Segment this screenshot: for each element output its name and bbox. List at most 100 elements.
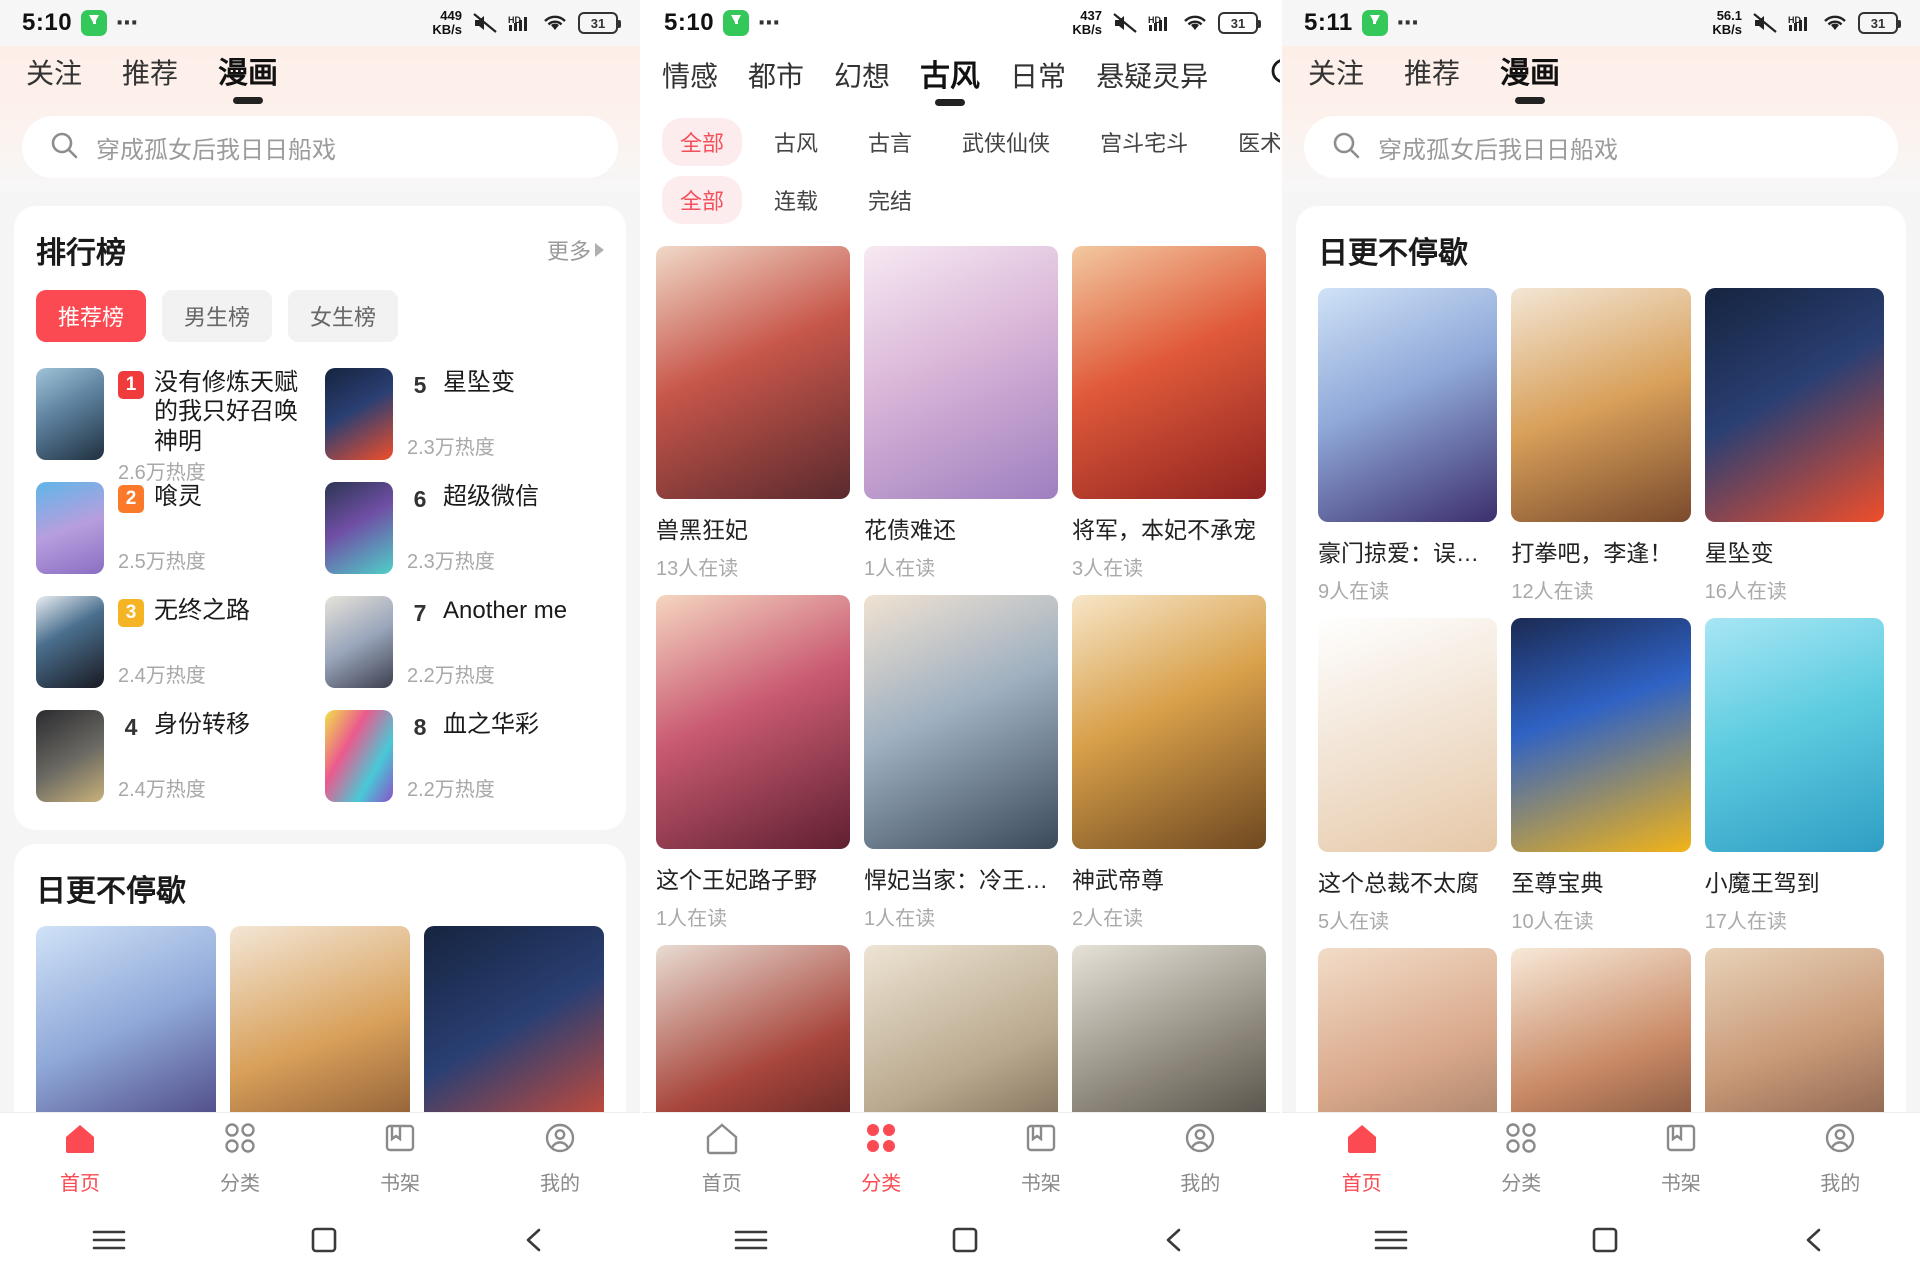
filter-chip-all-genre[interactable]: 全部	[662, 118, 743, 166]
table-row[interactable]: 7 Another me 2.2万热度	[325, 584, 604, 698]
item-title: 星坠变	[1704, 540, 1774, 567]
nav-profile[interactable]: 我的	[480, 1113, 640, 1204]
square-icon[interactable]	[951, 1226, 979, 1259]
category-scroll-body[interactable]: 兽黑狂妃 13人在读 花债难还 1人在读 将军，本妃不承宠 3人在读 这个王妃路…	[642, 232, 1280, 1112]
filter-chip-lianzai[interactable]: 连载	[756, 176, 836, 224]
ranking-more-button[interactable]: 更多	[547, 234, 604, 266]
table-row[interactable]: 8 血之华彩 2.2万热度	[325, 698, 604, 812]
table-row[interactable]: 1 没有修炼天赋的我只好召唤神明 2.6万热度	[36, 356, 315, 484]
filter-chip-gufeng[interactable]: 古风	[756, 118, 836, 166]
item-readers: 3人在读	[1072, 558, 1144, 581]
tab-manhua[interactable]: 漫画	[1500, 48, 1560, 104]
cat-tab-dushi[interactable]: 都市	[748, 55, 804, 108]
search-input[interactable]: 穿成孤女后我日日船戏	[1378, 130, 1618, 165]
list-item[interactable]: 你的世界 7人在读	[1704, 948, 1884, 1112]
menu-icon[interactable]	[733, 1227, 769, 1258]
list-item[interactable]: 祖宗嫁到：病娇魔… 2人在读	[656, 944, 850, 1112]
nav-home[interactable]: 首页	[1282, 1113, 1442, 1204]
filter-chip-all-status[interactable]: 全部	[662, 176, 743, 224]
square-icon[interactable]	[1591, 1226, 1619, 1259]
hd-icon: HD	[508, 13, 532, 33]
list-item[interactable]: 打拳吧，李逢！ 12人在读	[1511, 288, 1691, 604]
list-item[interactable]: 小魔王驾到 17人在读	[1704, 618, 1884, 934]
list-item[interactable]: 摄政王是病娇，得… 5人在读	[1072, 944, 1266, 1112]
tab-guanzhu[interactable]: 关注	[1308, 52, 1364, 104]
list-item[interactable]: 报告摄政王：大佬… 3人在读	[864, 944, 1058, 1112]
menu-icon[interactable]	[91, 1227, 127, 1258]
filter-chip-wuxiaxianxia[interactable]: 武侠仙侠	[944, 118, 1068, 166]
rank-title: 没有修炼天赋的我只好召唤神明	[154, 369, 298, 455]
nav-bookshelf[interactable]: 书架	[961, 1113, 1121, 1204]
home-top-tabs: 关注 推荐 漫画	[1282, 46, 1920, 104]
search-input[interactable]: 穿成孤女后我日日船戏	[96, 130, 336, 165]
nav-profile-label: 我的	[1820, 1173, 1861, 1195]
cover-image	[230, 926, 410, 1112]
cover-image	[656, 595, 850, 849]
list-item[interactable]: 星坠变 16人在读	[1704, 288, 1884, 604]
segment-nanshengbang[interactable]: 男生榜	[162, 290, 273, 342]
cat-tab-xuanyilingyi[interactable]: 悬疑灵异	[1096, 55, 1208, 108]
nav-bookshelf[interactable]: 书架	[320, 1113, 480, 1204]
list-item[interactable]: 新狙门 14人在读	[1318, 948, 1498, 1112]
list-item[interactable]: 豪门掠爱：误惹… 9人在读	[1318, 288, 1498, 604]
segment-nushengbang[interactable]: 女生榜	[288, 290, 399, 342]
table-row[interactable]: 3 无终之路 2.4万热度	[36, 584, 315, 698]
home-scroll-body[interactable]: 日更不停歇 豪门掠爱：误惹… 9人在读 打拳吧，李逢！ 12人在读 星坠变 16…	[1282, 192, 1920, 1112]
list-item[interactable]: 花债难还 1人在读	[864, 246, 1058, 581]
tab-tuijian[interactable]: 推荐	[122, 52, 178, 104]
list-item[interactable]: 这个总裁不太腐 5人在读	[1318, 618, 1498, 934]
filter-chip-guyan[interactable]: 古言	[850, 118, 930, 166]
list-item[interactable]: 豪门掠爱：误惹… 9人在读	[36, 926, 216, 1112]
cat-tab-qinggan[interactable]: 情感	[662, 55, 718, 108]
list-item[interactable]: 神武帝尊 2人在读	[1072, 595, 1266, 930]
cat-tab-richang[interactable]: 日常	[1010, 55, 1066, 108]
list-item[interactable]: 这个王妃路子野 1人在读	[656, 595, 850, 930]
item-readers: 17人在读	[1704, 911, 1787, 934]
rank-badge: 4	[124, 713, 138, 740]
list-item[interactable]: 至尊宝典 10人在读	[1511, 618, 1691, 934]
list-item[interactable]: 打拳吧，李逢！ 12人在读	[230, 926, 410, 1112]
search-bar[interactable]: 穿成孤女后我日日船戏	[1304, 116, 1898, 178]
item-title: 至尊宝典	[1511, 870, 1604, 897]
tab-manhua[interactable]: 漫画	[218, 48, 278, 104]
back-icon[interactable]	[1161, 1226, 1189, 1259]
menu-icon[interactable]	[1373, 1227, 1409, 1258]
list-item[interactable]: 兽黑狂妃 13人在读	[656, 246, 850, 581]
nav-profile[interactable]: 我的	[1121, 1113, 1281, 1204]
item-title: 豪门掠爱：误惹…	[1318, 540, 1498, 567]
filter-chip-gongdouzhaidou[interactable]: 宫斗宅斗	[1082, 118, 1206, 166]
table-row[interactable]: 6 超级微信 2.3万热度	[325, 470, 604, 584]
table-row[interactable]: 5 星坠变 2.3万热度	[325, 356, 604, 470]
search-bar[interactable]: 穿成孤女后我日日船戏	[22, 116, 618, 178]
nav-home-label: 首页	[1341, 1173, 1382, 1195]
nav-home[interactable]: 首页	[0, 1113, 160, 1204]
back-icon[interactable]	[521, 1226, 549, 1259]
table-row[interactable]: 2 喰灵 2.5万热度	[36, 470, 315, 584]
tab-guanzhu[interactable]: 关注	[26, 52, 82, 104]
rank-heat: 2.5万热度	[118, 551, 206, 573]
nav-profile[interactable]: 我的	[1761, 1113, 1920, 1204]
back-icon[interactable]	[1801, 1226, 1829, 1259]
cat-tab-gufeng[interactable]: 古风	[920, 51, 980, 108]
tab-tuijian[interactable]: 推荐	[1404, 52, 1460, 104]
nav-category[interactable]: 分类	[802, 1113, 962, 1204]
table-row[interactable]: 4 身份转移 2.4万热度	[36, 698, 315, 812]
square-icon[interactable]	[310, 1226, 338, 1259]
nav-category[interactable]: 分类	[1442, 1113, 1602, 1204]
item-readers: 2人在读	[1072, 907, 1144, 930]
filter-chip-wanjie[interactable]: 完结	[850, 176, 930, 224]
person-icon	[1823, 1121, 1857, 1160]
category-search-button[interactable]	[1268, 55, 1280, 108]
nav-home[interactable]: 首页	[642, 1113, 802, 1204]
list-item[interactable]: 星坠变 16人在读	[424, 926, 604, 1112]
segment-tuijianbang[interactable]: 推荐榜	[36, 290, 147, 342]
cat-tab-huanxiang[interactable]: 幻想	[834, 55, 890, 108]
cover-image	[1704, 288, 1884, 523]
filter-chip-yishu[interactable]: 医术	[1220, 118, 1280, 166]
nav-bookshelf[interactable]: 书架	[1601, 1113, 1761, 1204]
nav-category[interactable]: 分类	[160, 1113, 320, 1204]
list-item[interactable]: 悍妃当家：冷王请… 1人在读	[864, 595, 1058, 930]
list-item[interactable]: 不幸酒吧 24人在读	[1511, 948, 1691, 1112]
home-scroll-body[interactable]: 排行榜 更多 推荐榜 男生榜 女生榜 1 没有修炼天赋的我只好召唤神明 2.6万…	[0, 192, 640, 1112]
list-item[interactable]: 将军，本妃不承宠 3人在读	[1072, 246, 1266, 581]
